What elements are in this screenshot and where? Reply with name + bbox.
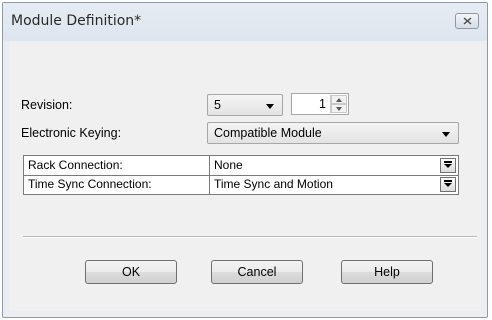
rack-connection-select[interactable]: None <box>210 156 458 175</box>
revision-minor-value: 1 <box>319 97 326 111</box>
window-title: Module Definition* <box>11 13 142 29</box>
title-bar[interactable]: Module Definition* <box>3 3 487 41</box>
stepper-buttons <box>330 95 347 113</box>
connections-grid: Rack Connection: None Time Sync Connecti… <box>23 155 459 195</box>
chevron-down-icon <box>444 183 452 187</box>
help-button[interactable]: Help <box>341 260 433 284</box>
time-sync-connection-dropdown-button[interactable] <box>440 177 456 192</box>
rack-connection-dropdown-button[interactable] <box>440 158 456 173</box>
spin-down-button[interactable] <box>331 104 347 113</box>
spin-up-icon <box>336 98 342 102</box>
chevron-down-icon <box>442 132 450 137</box>
revision-major-select[interactable]: 5 <box>207 94 283 116</box>
grid-row-time-sync-connection: Time Sync Connection: Time Sync and Moti… <box>24 175 458 194</box>
chevron-down-icon <box>266 104 274 109</box>
close-icon <box>463 17 472 25</box>
spin-up-button[interactable] <box>331 95 347 104</box>
dropdown-bar <box>444 180 452 182</box>
rack-connection-value: None <box>214 158 243 172</box>
electronic-keying-value: Compatible Module <box>214 126 322 140</box>
divider <box>23 236 477 238</box>
rack-connection-label: Rack Connection: <box>28 158 123 172</box>
module-definition-dialog: Module Definition* Revision: 5 1 Electro… <box>2 2 488 318</box>
electronic-keying-select[interactable]: Compatible Module <box>207 122 459 144</box>
dialog-body: Revision: 5 1 Electronic Keying: Compati… <box>9 41 481 311</box>
cancel-button[interactable]: Cancel <box>211 260 303 284</box>
grid-row-rack-connection: Rack Connection: None <box>24 156 458 176</box>
electronic-keying-label: Electronic Keying: <box>21 126 122 140</box>
revision-major-value: 5 <box>214 98 221 112</box>
grid-label-cell: Rack Connection: <box>24 156 210 175</box>
time-sync-connection-value: Time Sync and Motion <box>214 177 333 191</box>
chevron-down-icon <box>444 164 452 168</box>
time-sync-connection-select[interactable]: Time Sync and Motion <box>210 175 458 194</box>
dropdown-bar <box>444 161 452 163</box>
spin-down-icon <box>336 107 342 111</box>
revision-label: Revision: <box>21 98 73 112</box>
close-button[interactable] <box>455 13 479 29</box>
ok-button[interactable]: OK <box>85 260 177 284</box>
time-sync-connection-label: Time Sync Connection: <box>28 177 152 191</box>
revision-minor-stepper[interactable]: 1 <box>291 93 349 115</box>
grid-label-cell: Time Sync Connection: <box>24 175 210 194</box>
